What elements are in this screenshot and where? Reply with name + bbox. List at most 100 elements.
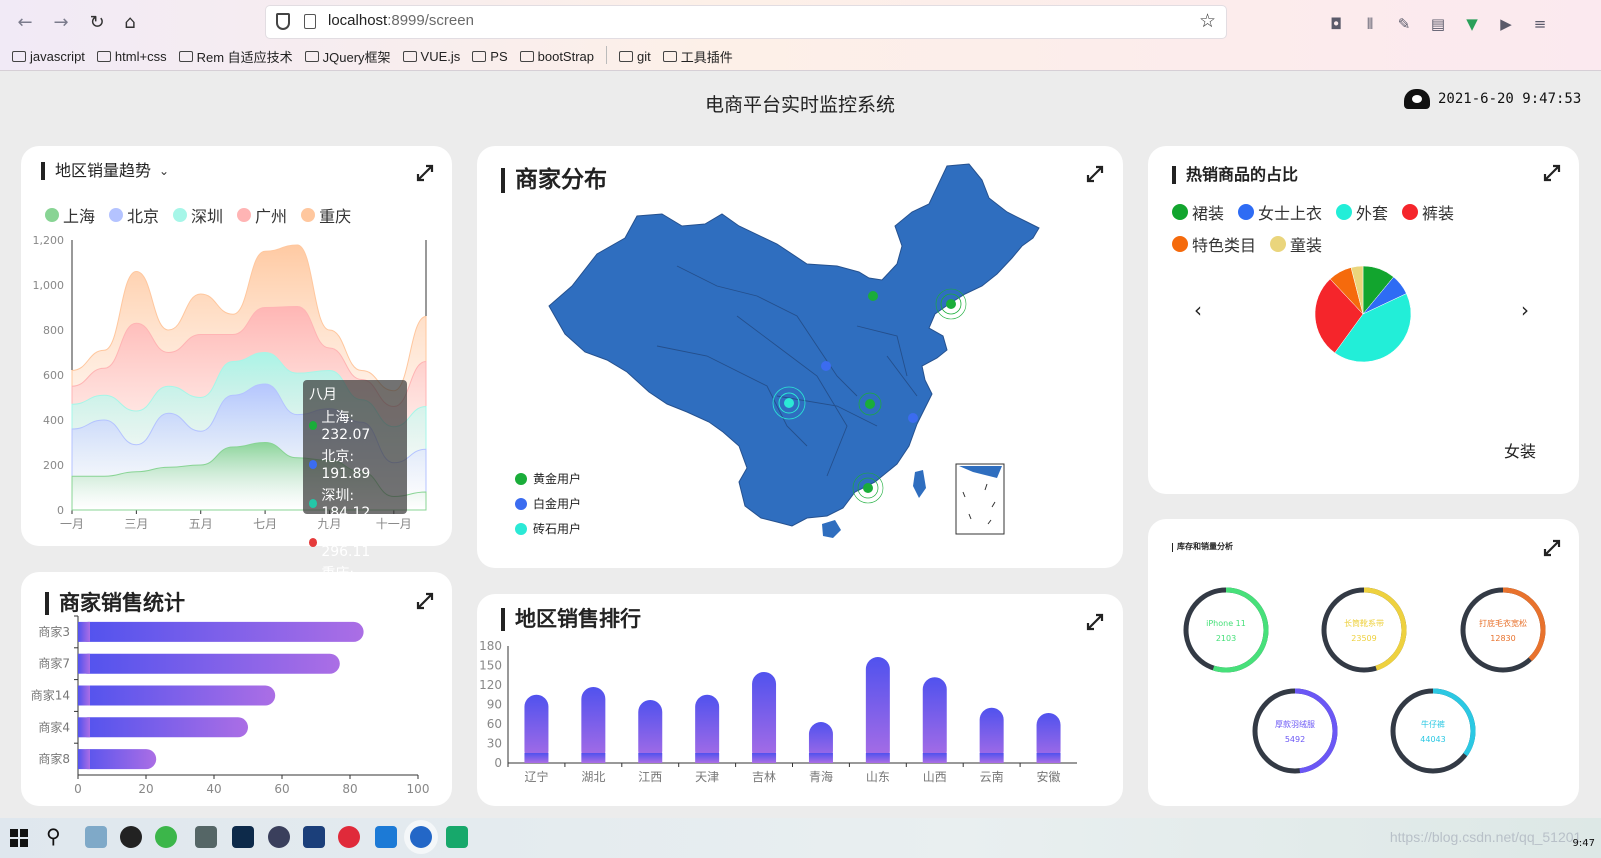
- eclipse-icon[interactable]: [268, 826, 290, 848]
- pdf-app-icon[interactable]: [446, 826, 468, 848]
- fullscreen-icon[interactable]: [416, 164, 434, 182]
- fullscreen-icon[interactable]: [1543, 164, 1561, 182]
- stock-card: 库存和销量分析 iPhone 11 2103 长筒靴系带 23509 打底毛衣宽松 128…: [1148, 519, 1579, 806]
- tooltip-value: 北京: 191.89: [321, 449, 371, 482]
- legend-item[interactable]: 砖石用户: [515, 520, 581, 537]
- prev-arrow-icon[interactable]: ‹: [1194, 298, 1202, 322]
- stock-title: 库存和销量分析: [1172, 542, 1233, 552]
- wrench-icon[interactable]: ✎: [1394, 14, 1414, 34]
- bookmark-folder[interactable]: 工具插件: [662, 46, 733, 66]
- qq-icon[interactable]: [120, 826, 142, 848]
- forward-icon[interactable]: →: [48, 10, 74, 36]
- bookmark-folder[interactable]: html+css: [96, 46, 167, 66]
- bookmark-folder[interactable]: bootStrap: [519, 46, 594, 66]
- trend-title-selector[interactable]: 地区销量趋势 ⌄: [41, 162, 169, 180]
- legend-item[interactable]: 黄金用户: [515, 470, 581, 487]
- legend-item[interactable]: 深圳: [173, 203, 223, 227]
- tracking-shield-icon[interactable]: [276, 13, 290, 30]
- marker-gold[interactable]: [865, 399, 875, 409]
- legend-label: 裙装: [1192, 204, 1225, 223]
- bookmark-folder[interactable]: PS: [472, 46, 508, 66]
- reader-view-icon[interactable]: ▤: [1428, 14, 1448, 34]
- x-tick-label: 三月: [124, 517, 148, 531]
- bookmark-folder[interactable]: Rem 自适应技术: [178, 46, 293, 66]
- y-tick-label: 30: [487, 737, 502, 751]
- back-icon[interactable]: ←: [12, 10, 38, 36]
- y-tick-label: 800: [43, 324, 64, 337]
- legend-item[interactable]: 特色类目: [1172, 232, 1256, 256]
- y-tick-label: 商家8: [38, 751, 70, 766]
- tooltip-value: 广州: 296.11: [321, 527, 371, 560]
- legend-item[interactable]: 上海: [45, 203, 95, 227]
- bookmark-star-icon[interactable]: ☆: [1199, 10, 1216, 32]
- y-tick-label: 400: [43, 414, 64, 427]
- bookmark-folder[interactable]: JQuery框架: [304, 46, 391, 66]
- photos-icon[interactable]: [303, 826, 325, 848]
- bookmark-folder[interactable]: VUE.js: [402, 46, 460, 66]
- url-text[interactable]: localhost:8999/screen: [328, 12, 474, 29]
- phone-icon[interactable]: [1404, 89, 1430, 109]
- legend-item[interactable]: 女士上衣: [1238, 200, 1322, 224]
- seller-sales-card: 商家销售统计 商家3 商家7 商家14 商家4 商家8 0 20 40 60 80 100: [21, 572, 452, 806]
- address-bar[interactable]: localhost:8999/screen ☆: [266, 6, 1226, 38]
- legend-label: 上海: [63, 207, 96, 226]
- page-info-icon[interactable]: [304, 14, 316, 29]
- vue-devtools-icon[interactable]: ▼: [1462, 14, 1482, 34]
- pocket-icon[interactable]: ◘: [1326, 14, 1346, 34]
- reload-icon[interactable]: ↻: [84, 10, 110, 36]
- app-icon[interactable]: [85, 826, 107, 848]
- legend-swatch: [109, 208, 124, 222]
- ring-value: 23509: [1351, 634, 1376, 643]
- vscode-icon[interactable]: [375, 826, 397, 848]
- photoshop-icon[interactable]: [232, 826, 254, 848]
- calculator-icon[interactable]: [195, 826, 217, 848]
- netease-music-icon[interactable]: [338, 826, 360, 848]
- bar: [581, 686, 606, 763]
- fullscreen-icon[interactable]: [1086, 613, 1104, 631]
- play-icon[interactable]: ▶: [1496, 14, 1516, 34]
- folder-icon: [304, 50, 319, 62]
- y-tick-label: 商家14: [31, 688, 70, 703]
- x-tick-label: 80: [342, 782, 357, 796]
- legend-item[interactable]: 裙装: [1172, 200, 1224, 224]
- windows-start-icon[interactable]: [10, 829, 28, 847]
- wechat-icon[interactable]: [155, 826, 177, 848]
- legend-label: 特色类目: [1192, 236, 1257, 255]
- x-tick-label: 七月: [253, 517, 277, 531]
- legend-item[interactable]: 北京: [109, 203, 159, 227]
- page-title: 电商平台实时监控系统: [704, 94, 895, 116]
- marker-gold[interactable]: [868, 291, 878, 301]
- bookmark-folder[interactable]: javascript: [12, 46, 85, 66]
- bookmark-folder[interactable]: git: [619, 46, 651, 66]
- next-arrow-icon[interactable]: ›: [1521, 298, 1529, 322]
- ring-label: 厚款羽绒服: [1275, 719, 1315, 729]
- marker-diamond[interactable]: [784, 398, 794, 408]
- chevron-down-icon[interactable]: ⌄: [159, 164, 169, 178]
- y-tick-label: 60: [487, 717, 502, 731]
- ring-value: 44043: [1420, 735, 1445, 744]
- menu-icon[interactable]: ≡: [1530, 14, 1550, 34]
- legend-item[interactable]: 外套: [1336, 200, 1388, 224]
- search-icon[interactable]: ⚲: [46, 824, 61, 848]
- marker-gold[interactable]: [863, 483, 873, 493]
- library-icon[interactable]: ⫴: [1360, 14, 1380, 34]
- x-tick-label: 一月: [60, 517, 84, 531]
- firefox-icon[interactable]: [410, 826, 432, 848]
- map-island-taiwan: [913, 470, 926, 498]
- fullscreen-icon[interactable]: [1543, 539, 1561, 557]
- tooltip-row: 上海: 232.07: [309, 407, 401, 443]
- legend-item[interactable]: 童装: [1270, 232, 1322, 256]
- marker-gold[interactable]: [946, 299, 956, 309]
- legend-swatch: [45, 208, 59, 222]
- legend-item[interactable]: 广州: [237, 203, 287, 227]
- taskbar-clock[interactable]: 9:47: [1573, 838, 1595, 849]
- legend-item[interactable]: 白金用户: [515, 495, 581, 512]
- marker-platinum[interactable]: [908, 413, 918, 423]
- home-icon[interactable]: ⌂: [117, 10, 143, 36]
- tooltip-swatch: [309, 459, 318, 469]
- fullscreen-icon[interactable]: [416, 592, 434, 610]
- marker-platinum[interactable]: [821, 361, 831, 371]
- legend-item[interactable]: 重庆: [301, 203, 351, 227]
- legend-item[interactable]: 裤装: [1402, 200, 1454, 224]
- legend-label: 童装: [1290, 236, 1323, 255]
